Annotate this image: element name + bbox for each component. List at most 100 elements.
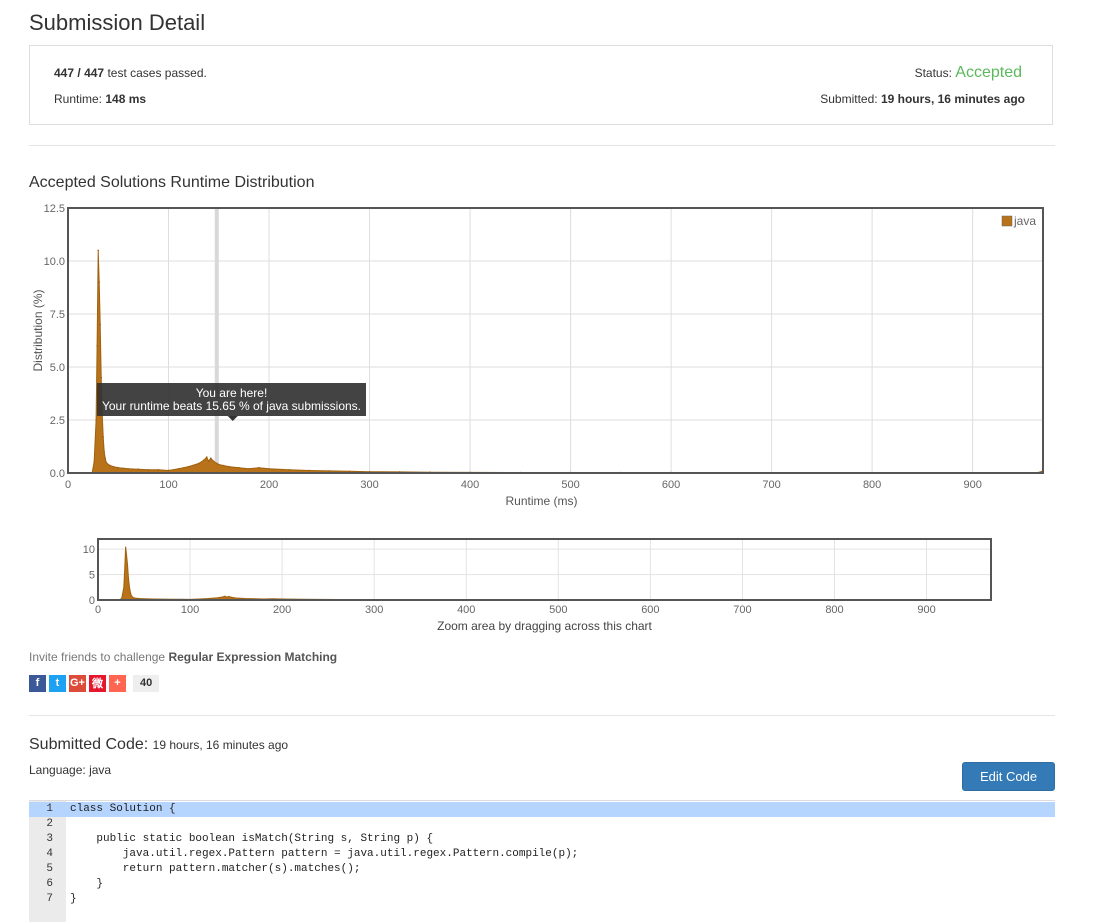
y-tick-label: 12.5: [44, 203, 65, 215]
data-point: [207, 460, 210, 463]
facebook-icon[interactable]: f: [29, 674, 46, 692]
data-point: [288, 469, 290, 471]
submitted-code-title: Submitted Code: 19 hours, 16 minutes ago: [29, 736, 288, 754]
data-point: [328, 470, 331, 472]
data-point: [238, 466, 240, 469]
data-point: [127, 467, 130, 470]
runtime-label: Runtime:: [54, 92, 103, 106]
plot-frame: [67, 207, 1044, 474]
google-plus-icon[interactable]: G+: [69, 674, 86, 692]
page-title: Submission Detail: [29, 10, 206, 35]
test-cases-result: 447 / 447 test cases passed.: [54, 66, 207, 80]
code-text: }: [70, 893, 77, 905]
submitted-label: Submitted:: [820, 92, 878, 106]
runtime-info: Runtime: 148 ms: [54, 92, 146, 106]
code-title-label: Submitted Code:: [29, 736, 149, 753]
submission-summary: 447 / 447 test cases passed. Runtime: 14…: [29, 45, 1053, 125]
code-line[interactable]: 2: [29, 817, 1055, 832]
data-point: [105, 461, 107, 464]
status-label: Status:: [914, 66, 952, 80]
data-point: [103, 451, 105, 453]
edit-code-button[interactable]: Edit Code: [962, 762, 1055, 791]
x-tick-label: 900: [963, 479, 981, 491]
more-plus-icon[interactable]: +: [109, 674, 126, 692]
data-point: [147, 469, 150, 471]
language-value: java: [89, 763, 112, 777]
code-line[interactable]: 5 return pattern.matcher(s).matches();: [29, 862, 1055, 877]
code-text: }: [70, 878, 104, 890]
data-point: [95, 419, 97, 421]
data-point: [102, 436, 104, 438]
line-number: 6: [46, 878, 53, 890]
your-runtime-band: [214, 208, 219, 473]
y-axis-title: Distribution (%): [31, 289, 45, 371]
data-point: [167, 469, 170, 472]
x-tick-label: 400: [461, 479, 479, 491]
nav-x-tick-label: 300: [365, 604, 383, 616]
twitter-icon[interactable]: t: [49, 674, 66, 692]
navigator-caption: Zoom area by dragging across this chart: [437, 619, 652, 633]
code-text: public static boolean isMatch(String s, …: [70, 833, 434, 845]
weibo-icon[interactable]: 微: [89, 674, 106, 692]
data-point: [96, 345, 98, 347]
data-point: [197, 462, 200, 465]
y-tick-label: 7.5: [50, 309, 65, 321]
code-text: return pattern.matcher(s).matches();: [70, 863, 361, 875]
code-submit-time: 19 hours, 16 minutes ago: [152, 738, 289, 752]
data-point: [222, 464, 225, 467]
share-count: 40: [133, 674, 160, 692]
code-line[interactable]: 3 public static boolean isMatch(String s…: [29, 832, 1055, 847]
x-tick-label: 0: [65, 479, 71, 491]
zoom-navigator[interactable]: 0 100 200 300 400 500 600 700 800 900 0 5 10 Zoom are…: [0, 530, 1112, 640]
code-line[interactable]: 4 java.util.regex.Pattern pattern = java…: [29, 847, 1055, 862]
data-point: [215, 462, 218, 465]
submitted-value: 19 hours, 16 minutes ago: [880, 92, 1025, 106]
line-number: 2: [46, 818, 53, 830]
nav-x-tick-label: 700: [733, 604, 751, 616]
nav-y-tick-label: 5: [89, 570, 95, 582]
line-number: 4: [46, 848, 53, 860]
nav-x-tick-label: 0: [95, 604, 101, 616]
x-tick-label: 200: [260, 479, 278, 491]
line-number: 7: [46, 893, 53, 905]
code-text: java.util.regex.Pattern pattern = java.u…: [70, 848, 579, 860]
data-point: [107, 463, 110, 466]
nav-frame[interactable]: [97, 538, 992, 601]
runtime-value: 148 ms: [105, 92, 147, 106]
x-tick-label: 700: [762, 479, 780, 491]
legend-label-java[interactable]: java: [1013, 214, 1036, 228]
y-tick-label: 10.0: [44, 256, 65, 268]
nav-x-tick-label: 200: [273, 604, 291, 616]
problem-name: Regular Expression Matching: [168, 650, 338, 664]
navigator-chart-svg[interactable]: 0 100 200 300 400 500 600 700 800 900 0 5 10 Zoom are…: [0, 530, 1112, 640]
main-chart-svg[interactable]: 0 100 200 300 400 500 600 700 800 900 0.0 2.5 5.0 7.5…: [0, 195, 1112, 525]
nav-y-tick-label: 10: [83, 544, 95, 556]
code-line[interactable]: 6 }: [29, 877, 1055, 892]
passed-suffix: test cases passed.: [107, 66, 207, 80]
data-point: [100, 376, 102, 379]
nav-series-java-area: [119, 546, 992, 601]
invite-prefix: Invite friends to challenge: [29, 650, 166, 664]
data-point: [248, 467, 250, 470]
code-text: class Solution {: [70, 803, 176, 815]
passed-count: 447: [54, 66, 75, 80]
line-number: 1: [46, 803, 53, 815]
runtime-distribution-chart[interactable]: 0 100 200 300 400 500 600 700 800 900 0.0 2.5 5.0 7.5…: [0, 195, 1112, 525]
invite-text: Invite friends to challenge Regular Expr…: [29, 650, 337, 664]
data-point: [109, 464, 112, 467]
tooltip-line-2: Your runtime beats 15.65 % of java submi…: [102, 399, 361, 413]
code-line[interactable]: 7}: [29, 892, 1055, 907]
code-line[interactable]: 1 class Solution {: [29, 802, 1055, 817]
nav-y-tick-label: 0: [89, 595, 95, 607]
code-editor[interactable]: 1 class Solution { 2 3 public static boole…: [29, 800, 1055, 922]
legend-swatch-java: [1001, 215, 1013, 227]
x-tick-label: 300: [360, 479, 378, 491]
y-tick-label: 5.0: [50, 362, 65, 374]
status-info: Status: Accepted: [915, 64, 1022, 82]
x-axis-title: Runtime (ms): [505, 494, 577, 508]
nav-x-tick-label: 800: [825, 604, 843, 616]
submitted-info: Submitted: 19 hours, 16 minutes ago: [820, 92, 1025, 106]
data-point: [122, 467, 125, 470]
x-tick-label: 800: [863, 479, 881, 491]
nav-x-tick-label: 100: [181, 604, 199, 616]
